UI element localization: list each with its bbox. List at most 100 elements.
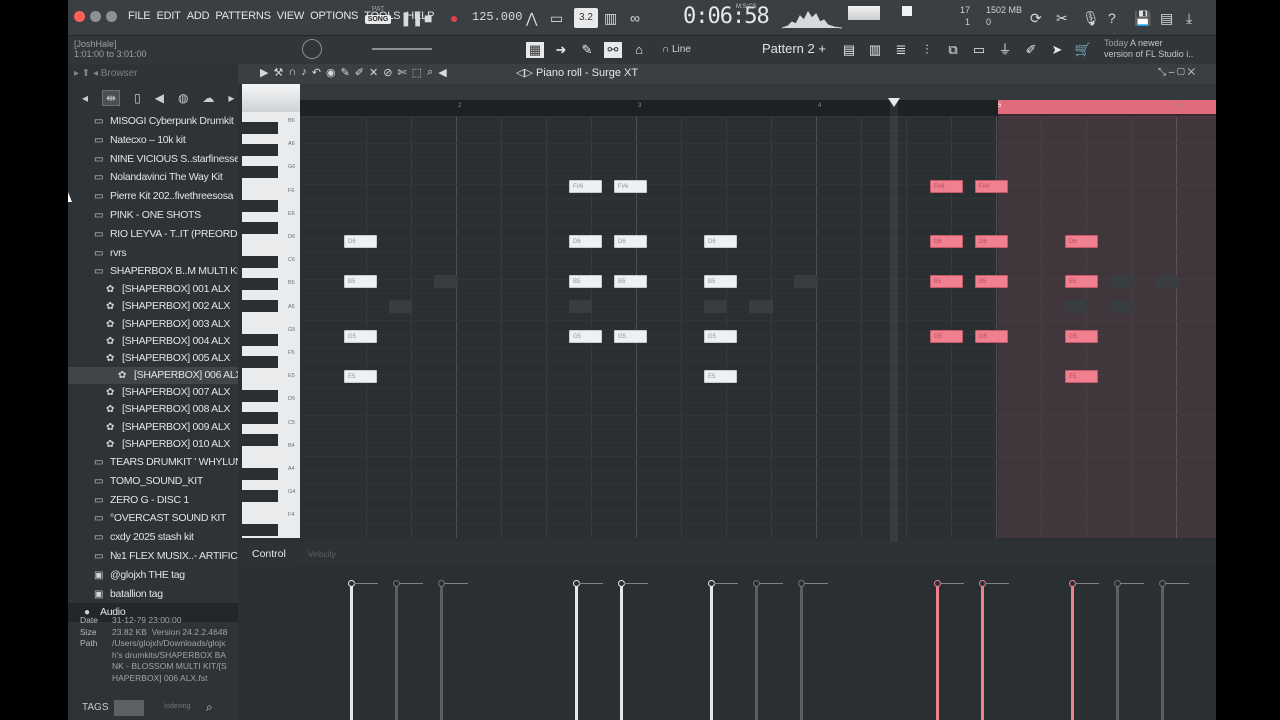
note[interactable]: B5 (344, 275, 377, 288)
slice-tool-icon[interactable]: ✄ (397, 66, 406, 79)
note[interactable]: G5 (344, 330, 377, 343)
window-controls-icon[interactable]: ⤡ – ▢ ✕ (1158, 67, 1195, 78)
black-key[interactable] (242, 412, 278, 424)
note[interactable]: D6 (704, 235, 737, 248)
playhead-marker[interactable] (888, 98, 900, 107)
black-key[interactable] (242, 278, 278, 290)
play-icon[interactable]: ▶ (260, 66, 268, 79)
browser-folder[interactable]: ▭ NINE VICIOUS S..starfinesse_ (68, 150, 238, 169)
note[interactable]: G5 (704, 330, 737, 343)
delete-tool-icon[interactable]: ✕ (369, 66, 378, 79)
black-key[interactable] (242, 390, 278, 402)
browser-folder[interactable]: ▭ PINK - ONE SHOTS (68, 206, 238, 225)
pencil-tool-icon[interactable]: ✎ (341, 66, 350, 79)
browser-folder[interactable]: ▭ TOMO_SOUND_KIT (68, 472, 238, 491)
globe-icon[interactable]: ◍ (178, 91, 188, 105)
note[interactable]: D6 (344, 235, 377, 248)
metronome-icon[interactable]: ⋀ (526, 8, 537, 28)
zoom-tool-icon[interactable]: ⌕ (427, 66, 433, 79)
chevron-right-icon[interactable]: ▸ (228, 91, 234, 105)
velocity-bar[interactable] (936, 584, 939, 720)
snap-selector[interactable]: ∩ Line (662, 44, 691, 55)
send-icon[interactable]: ➤ (1048, 42, 1066, 58)
velocity-bar[interactable] (981, 584, 984, 720)
eq-icon[interactable]: ⫶ (918, 42, 936, 58)
browser-file[interactable]: ▣ @glojxh THE tag (68, 566, 238, 585)
note[interactable]: D6 (930, 235, 963, 248)
speaker-tool-icon[interactable]: ◀ (438, 66, 446, 79)
undo-icon[interactable]: ↶ (312, 66, 321, 79)
stop-icon[interactable]: ■ (424, 8, 432, 28)
velocity-bar[interactable] (1071, 584, 1074, 720)
blend-notes-icon[interactable]: ▥ (604, 8, 617, 28)
magnet-icon[interactable]: ∩ (288, 66, 296, 79)
velocity-bar[interactable] (350, 584, 353, 720)
record-icon[interactable]: ● (450, 8, 458, 28)
note[interactable]: G5 (930, 330, 963, 343)
menu-options[interactable]: OPTIONS (310, 10, 358, 22)
black-key[interactable] (242, 222, 278, 234)
menu-view[interactable]: VIEW (277, 10, 305, 22)
browser-folder[interactable]: ▭ №1 FLEX MUSIX..- ARTIFICIAL (68, 547, 238, 566)
note[interactable]: B5 (1065, 275, 1098, 288)
note[interactable]: D6 (569, 235, 602, 248)
main-pitch-slider[interactable] (372, 48, 432, 50)
browser-folder[interactable]: ▭ Nolandavinci The Way Kit (68, 168, 238, 187)
note[interactable]: B5 (614, 275, 647, 288)
plug-icon[interactable]: ⏚ (996, 42, 1014, 58)
tempo-display[interactable]: 125.000 (472, 10, 522, 24)
note[interactable]: B5 (975, 275, 1008, 288)
black-key[interactable] (242, 434, 278, 446)
menu-patterns[interactable]: PATTERNS (215, 10, 271, 22)
link-icon[interactable]: ⚯ (604, 42, 622, 58)
note[interactable]: E5 (344, 370, 377, 383)
black-key[interactable] (242, 200, 278, 212)
browser-preset[interactable]: ✿ [SHAPERBOX] 001 ALX (68, 281, 238, 298)
cut-icon[interactable]: ✂ (1056, 8, 1068, 28)
browser-preset[interactable]: ✿ [SHAPERBOX] 008 ALX (68, 401, 238, 418)
browser-folder[interactable]: ▭ ZERO G - DISC 1 (68, 491, 238, 510)
browser-preset[interactable]: ✿ [SHAPERBOX] 003 ALX (68, 316, 238, 333)
velocity-bar[interactable] (395, 584, 398, 720)
undo-history-icon[interactable]: ⟳ (1030, 8, 1042, 28)
note[interactable]: G5 (569, 330, 602, 343)
note[interactable]: F#6 (975, 180, 1008, 193)
speaker-icon[interactable]: ◀ (155, 91, 164, 105)
browser-folder[interactable]: ▭ Pierre Kit 202..fivethreesosa (68, 187, 238, 206)
shop-icon[interactable]: 🛒 (1074, 42, 1092, 58)
menu-add[interactable]: ADD (187, 10, 210, 22)
note[interactable]: F#6 (614, 180, 647, 193)
search-icon[interactable]: ⌕ (206, 700, 213, 715)
main-volume-knob[interactable] (302, 39, 322, 59)
black-key[interactable] (242, 490, 278, 502)
velocity-bar[interactable] (575, 584, 578, 720)
black-key[interactable] (242, 356, 278, 368)
mute-tool-icon[interactable]: ⊘ (383, 66, 392, 79)
note-icon[interactable]: ♪ (301, 66, 307, 79)
velocity-bar[interactable] (1116, 584, 1119, 720)
master-volume-icon[interactable] (848, 6, 880, 20)
arrow-right-icon[interactable]: ➜ (552, 42, 570, 58)
velocity-bar[interactable] (710, 584, 713, 720)
browser-preset[interactable]: ✿ [SHAPERBOX] 002 ALX (68, 298, 238, 315)
note[interactable]: E5 (1065, 370, 1098, 383)
menu-edit[interactable]: EDIT (156, 10, 180, 22)
chevron-left-icon[interactable]: ◂ (82, 91, 88, 105)
cloud-icon[interactable]: ☁ (202, 91, 214, 105)
browser-folder[interactable]: ▭ cxdy 2025 stash kit (68, 528, 238, 547)
browser-icon[interactable]: ▭ (970, 42, 988, 58)
master-pitch-icon[interactable] (902, 6, 912, 16)
note[interactable]: B5 (704, 275, 737, 288)
note[interactable]: F#6 (930, 180, 963, 193)
note[interactable]: B5 (569, 275, 602, 288)
black-key[interactable] (242, 300, 278, 312)
tags-input[interactable] (114, 700, 144, 716)
note[interactable]: G5 (614, 330, 647, 343)
browser-file[interactable]: ▣ batallion tag (68, 585, 238, 604)
close-window-button[interactable] (74, 11, 85, 22)
channel-rack-icon[interactable]: ▥ (866, 42, 884, 58)
download-icon[interactable]: ⤓ (1186, 8, 1192, 28)
selection-ruler-marker[interactable] (998, 100, 1216, 114)
note[interactable]: D6 (1065, 235, 1098, 248)
news-panel[interactable]: Today A newer version of FL Studio i.. (1104, 38, 1193, 60)
